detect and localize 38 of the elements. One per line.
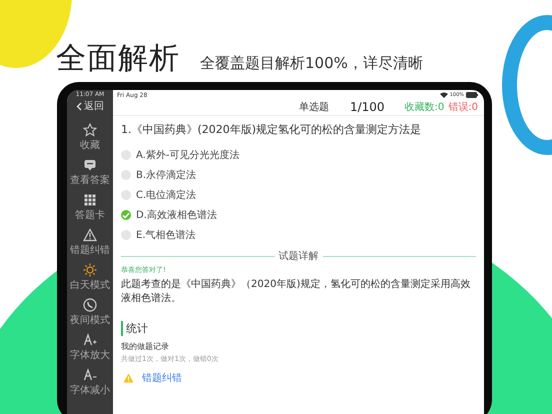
question-text: 1.《中国药典》(2020年版)规定氢化可的松的含量测定方法是 bbox=[121, 122, 422, 137]
answer-option[interactable]: B.永停滴定法 bbox=[121, 167, 476, 183]
explanation-text: 此题考查的是《中国药典》（2020年版)规定，氢化可的松的含量测定采用高效液相色谱法。 bbox=[121, 278, 472, 305]
chat-bubble-icon bbox=[83, 158, 97, 172]
sidebar-item[interactable]: 字体放大 bbox=[70, 331, 110, 364]
grid-icon bbox=[83, 193, 97, 207]
stats-heading: 统计 bbox=[121, 321, 476, 336]
question-type-title: 单选题 bbox=[299, 100, 329, 114]
sidebar-item[interactable]: 错题纠错 bbox=[70, 226, 110, 259]
back-button[interactable]: 返回 bbox=[76, 98, 104, 119]
phone-circle-icon bbox=[83, 298, 97, 312]
warning-icon bbox=[123, 373, 134, 383]
font-increase-icon bbox=[83, 333, 97, 347]
headline-title: 全面解析 bbox=[56, 40, 180, 78]
back-chevron-icon bbox=[76, 102, 82, 110]
sidebar-item[interactable]: 答题卡 bbox=[75, 191, 105, 224]
question-counter: 1/100 bbox=[350, 100, 385, 114]
sidebar-item[interactable]: 白天模式 bbox=[70, 261, 110, 294]
errors-count: 错误:0 bbox=[448, 101, 478, 114]
sun-icon bbox=[83, 263, 97, 277]
headline-subtitle: 全覆盖题目解析100%，详尽清晰 bbox=[200, 54, 423, 73]
font-decrease-icon bbox=[83, 368, 97, 382]
answer-option[interactable]: A.紫外-可见分光光度法 bbox=[121, 147, 476, 163]
star-icon bbox=[83, 123, 97, 137]
explanation-heading: 试题详解 bbox=[278, 250, 318, 263]
sidebar-item[interactable]: 字体减小 bbox=[70, 366, 110, 399]
answer-option[interactable]: E.气相色谱法 bbox=[121, 227, 476, 243]
warning-icon bbox=[83, 228, 97, 242]
sidebar-item[interactable]: 查看答案 bbox=[70, 156, 110, 189]
sidebar-item[interactable]: 夜间模式 bbox=[70, 296, 110, 329]
report-error-link[interactable]: 错题纠错 bbox=[142, 371, 182, 385]
answer-option[interactable]: C.电位滴定法 bbox=[121, 187, 476, 203]
answer-option[interactable]: D.高效液相色谱法 bbox=[121, 207, 476, 223]
sidebar-item[interactable]: 收藏 bbox=[80, 121, 100, 154]
battery-icon bbox=[466, 92, 478, 98]
wifi-icon bbox=[440, 92, 448, 98]
favorites-count: 收藏数:0 bbox=[404, 100, 444, 114]
record-title: 我的做题记录 bbox=[121, 341, 170, 352]
